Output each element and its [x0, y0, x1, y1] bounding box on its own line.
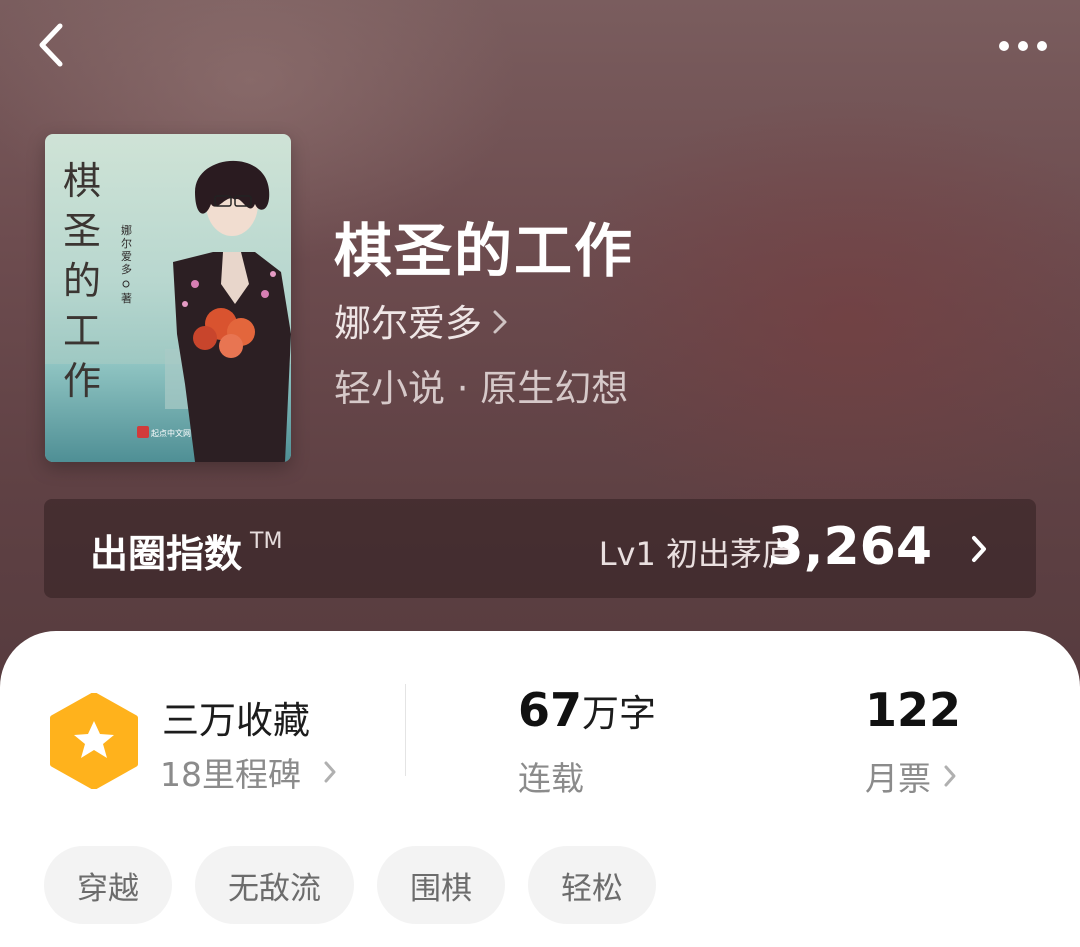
- book-cover[interactable]: 棋 圣 的 工 作 娜 尔 爱 多 著 起点中文网: [45, 134, 291, 462]
- cover-author-char: 爱: [121, 250, 132, 263]
- tag-chip[interactable]: 无敌流: [195, 846, 354, 924]
- book-title: 棋圣的工作: [334, 217, 635, 285]
- cover-title: 棋: [63, 159, 101, 203]
- collection-milestone-title: 三万收藏: [162, 699, 310, 742]
- tag-chip[interactable]: 围棋: [377, 846, 505, 924]
- more-dots-icon: [999, 41, 1009, 51]
- star-hexagon-icon: [50, 693, 138, 789]
- chevron-right-icon: [972, 536, 986, 562]
- cover-title-char: 的: [63, 259, 101, 303]
- chevron-right-icon: [493, 310, 507, 334]
- word-count-unit: 万字: [582, 692, 657, 735]
- index-label: 出圈指数: [90, 532, 243, 576]
- cover-author-char: 多: [121, 262, 132, 276]
- cover-title-char: 工: [63, 309, 101, 353]
- milestone-count: 18里程碑: [160, 755, 301, 794]
- tag-list: 穿越 无敌流 围棋 轻松: [44, 846, 656, 924]
- index-level: Lv1 初出茅庐: [598, 535, 794, 573]
- cover-publisher: 起点中文网: [151, 428, 191, 438]
- serial-status: 连载: [518, 759, 584, 798]
- book-genre: 轻小说 · 原生幻想: [334, 367, 629, 410]
- more-dot: [1037, 41, 1047, 51]
- popularity-index-bar[interactable]: 出圈指数 TM Lv1 初出茅庐 3,264: [44, 499, 1036, 598]
- cover-author-suffix: 著: [121, 291, 132, 305]
- cover-title-char: 作: [63, 359, 101, 403]
- monthly-tickets-number: 122: [865, 683, 962, 737]
- more-options-button[interactable]: [988, 24, 1058, 68]
- book-header-background: 棋 圣 的 工 作 娜 尔 爱 多 著 起点中文网 棋圣的工作 娜尔爱多 轻小说…: [0, 0, 1080, 700]
- more-dot: [1018, 41, 1028, 51]
- monthly-tickets-label: 月票: [865, 759, 931, 798]
- word-count: 67万字: [518, 683, 656, 737]
- monthly-tickets-link[interactable]: 月票: [865, 752, 957, 800]
- chevron-left-icon: [39, 23, 63, 67]
- tag-chip[interactable]: 轻松: [528, 846, 656, 924]
- author-name: 娜尔爱多: [334, 302, 482, 345]
- chevron-right-icon: [944, 765, 956, 787]
- author-link[interactable]: 娜尔爱多: [334, 293, 508, 347]
- stats-divider: [405, 684, 406, 776]
- back-button[interactable]: [26, 20, 76, 70]
- cover-author: 娜: [121, 223, 132, 237]
- word-count-number: 67: [518, 683, 583, 737]
- milestone-link[interactable]: 18里程碑: [160, 748, 337, 796]
- index-trademark: TM: [250, 529, 283, 554]
- tag-chip[interactable]: 穿越: [44, 846, 172, 924]
- chevron-right-icon: [324, 761, 336, 783]
- cover-title-char: 圣: [63, 209, 101, 253]
- publisher-logo: [137, 426, 149, 438]
- index-value: 3,264: [767, 517, 932, 577]
- cover-author-char: 尔: [121, 237, 132, 250]
